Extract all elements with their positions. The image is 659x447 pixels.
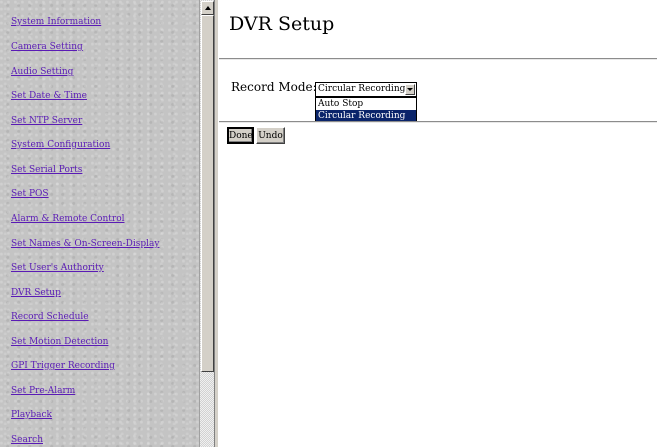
sidebar-item-set-pos[interactable]: Set POS [11, 189, 49, 200]
sidebar-item-alarm-remote-control[interactable]: Alarm & Remote Control [11, 214, 125, 225]
sidebar-item-camera-setting[interactable]: Camera Setting [11, 42, 83, 53]
sidebar-item-set-motion-detection[interactable]: Set Motion Detection [11, 337, 108, 348]
sidebar-item-set-users-authority[interactable]: Set User's Authority [11, 263, 104, 274]
undo-button[interactable]: Undo [256, 127, 285, 144]
sidebar-scrollbar[interactable] [199, 0, 214, 447]
sidebar-item-set-ntp-server[interactable]: Set NTP Server [11, 116, 82, 127]
sidebar-item-search[interactable]: Search [11, 435, 43, 446]
sidebar-item-gpi-trigger-recording[interactable]: GPI Trigger Recording [11, 361, 115, 372]
dropdown-option-auto-stop[interactable]: Auto Stop [316, 98, 416, 110]
dropdown-arrow-button[interactable] [405, 84, 415, 95]
record-mode-selected-value: Circular Recording [318, 84, 406, 94]
done-button[interactable]: Done [227, 127, 254, 144]
divider [219, 58, 657, 60]
divider [219, 121, 657, 123]
sidebar-item-set-names-osd[interactable]: Set Names & On-Screen-Display [11, 239, 159, 250]
sidebar-item-system-configuration[interactable]: System Configuration [11, 140, 110, 151]
sidebar-item-system-information[interactable]: System Information [11, 17, 101, 28]
sidebar-item-record-schedule[interactable]: Record Schedule [11, 312, 89, 323]
page-title: DVR Setup [229, 13, 335, 35]
sidebar-item-audio-setting[interactable]: Audio Setting [11, 67, 73, 78]
scroll-thumb[interactable] [201, 15, 214, 372]
chevron-down-icon [407, 88, 413, 91]
sidebar-item-set-serial-ports[interactable]: Set Serial Ports [11, 165, 82, 176]
sidebar-item-set-date-time[interactable]: Set Date & Time [11, 91, 87, 102]
record-mode-dropdown-list: Auto Stop Circular Recording [315, 97, 417, 123]
record-mode-label: Record Mode: [231, 80, 317, 94]
sidebar: System Information Camera Setting Audio … [0, 0, 199, 447]
sidebar-item-dvr-setup[interactable]: DVR Setup [11, 288, 61, 299]
record-mode-select[interactable]: Circular Recording [315, 82, 417, 97]
sidebar-item-set-pre-alarm[interactable]: Set Pre-Alarm [11, 386, 75, 397]
arrow-up-icon [205, 6, 211, 10]
main-content: DVR Setup Record Mode: Circular Recordin… [218, 0, 659, 447]
sidebar-item-playback[interactable]: Playback [11, 410, 52, 421]
scroll-up-button[interactable] [201, 1, 214, 15]
